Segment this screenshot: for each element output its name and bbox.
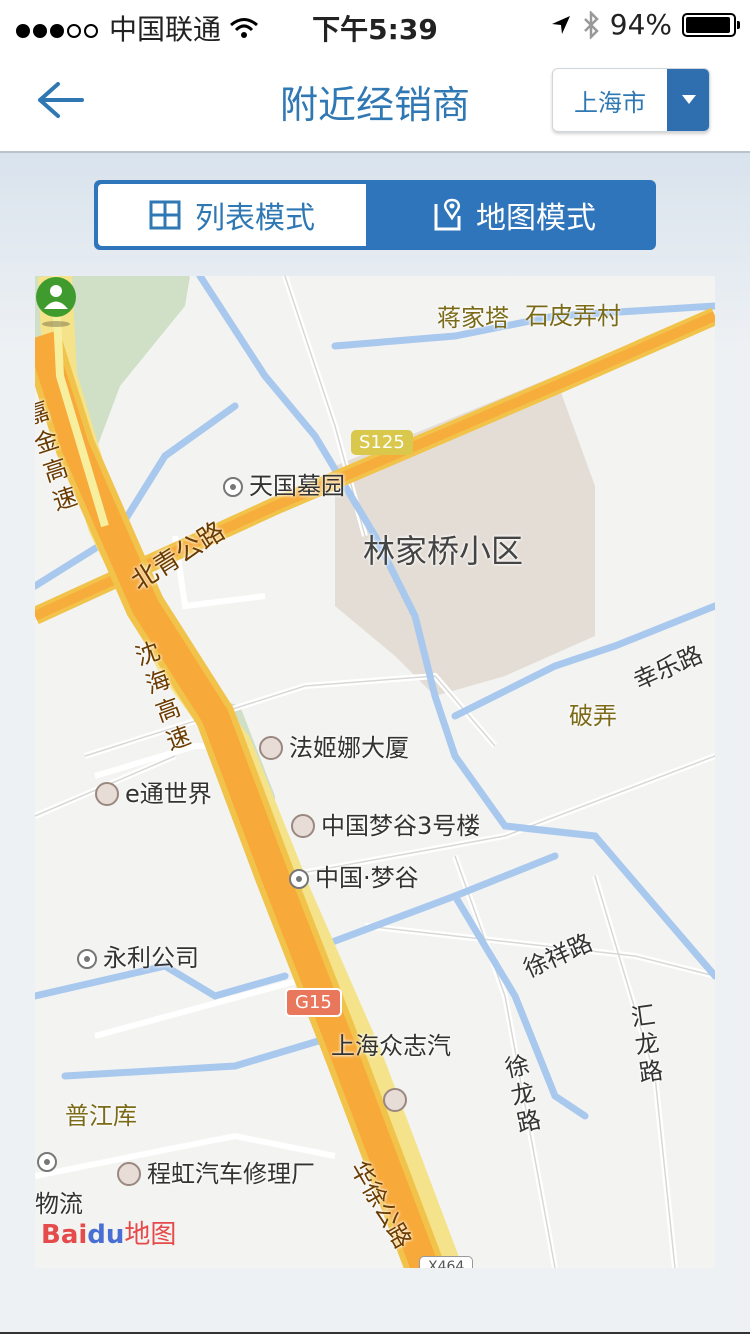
tab-list-mode-label: 列表模式 (195, 201, 315, 236)
map-poi-label: 永利公司 (103, 944, 199, 972)
map-poi-label: e通世界 (125, 780, 212, 808)
map-shield-g15: G15 (285, 988, 342, 1017)
map-poi-tianguo[interactable]: 天国墓园 (223, 466, 345, 501)
poi-icon[interactable] (37, 1152, 57, 1172)
baidu-map-logo: Baidu地图 (41, 1214, 176, 1251)
bluetooth-icon (583, 10, 599, 39)
poi-icon (223, 477, 243, 497)
map-poi-label: 中国·梦谷 (315, 864, 419, 892)
battery-icon (682, 12, 740, 37)
map-poi-etong[interactable]: e通世界 (95, 774, 212, 809)
map-label-pujiangku: 普江库 (65, 1102, 137, 1130)
map-poi-label: 中国梦谷3号楼 (321, 812, 481, 840)
building-icon (95, 782, 119, 806)
map-label-ponong: 破弄 (569, 702, 617, 730)
map-view[interactable]: 蒋家塔 石皮弄村 嘉金高速 S125 天国墓园 北青公路 林家桥小区 沈海高速 … (35, 276, 715, 1268)
map-shield-x464: X464 (419, 1256, 474, 1268)
car-service-icon[interactable] (383, 1088, 407, 1112)
map-poi-label: 程虹汽车修理厂 (147, 1160, 315, 1188)
map-label-linjiaqiao: 林家桥小区 (363, 532, 524, 570)
map-label-zhongzhi: 上海众志汽 (331, 1032, 451, 1060)
status-right: 94% (550, 8, 740, 41)
logo-ditu: 地图 (124, 1220, 177, 1250)
map-pin-icon (434, 198, 461, 231)
map-label-jiangjiata: 蒋家塔 (437, 304, 509, 332)
car-service-icon (117, 1162, 141, 1186)
map-roads (35, 276, 715, 1268)
nav-bar: 附近经销商 上海市 (0, 52, 750, 153)
dealer-marker-icon[interactable] (35, 276, 77, 328)
tab-map-mode-label: 地图模式 (476, 201, 596, 236)
building-icon (291, 814, 315, 838)
map-poi-label: 天国墓园 (249, 472, 345, 500)
status-bar: 中国联通 下午5:39 94% (0, 0, 750, 52)
grid-icon (149, 200, 181, 230)
poi-icon (289, 869, 309, 889)
city-select-value: 上海市 (574, 89, 646, 117)
map-shield-s125: S125 (351, 430, 413, 455)
chevron-down-icon[interactable] (667, 69, 709, 131)
logo-du: du (87, 1220, 125, 1250)
poi-icon (77, 949, 97, 969)
tab-map-mode[interactable]: 地图模式 (370, 180, 656, 250)
mode-switch: 列表模式 地图模式 (94, 180, 656, 250)
logo-bai: Bai (41, 1220, 88, 1250)
map-poi-mengu[interactable]: 中国·梦谷 (289, 858, 419, 893)
city-select[interactable]: 上海市 (552, 68, 710, 132)
building-icon (259, 736, 283, 760)
tab-list-mode[interactable]: 列表模式 (98, 184, 366, 246)
map-poi-faji[interactable]: 法姬娜大厦 (259, 728, 409, 763)
battery-percent: 94% (609, 8, 672, 41)
location-arrow-icon (551, 15, 570, 34)
map-poi-yongli[interactable]: 永利公司 (77, 938, 199, 973)
map-poi-chenghong[interactable]: 程虹汽车修理厂 (117, 1154, 315, 1189)
map-label-shipinongcun: 石皮弄村 (525, 302, 621, 330)
map-poi-label: 法姬娜大厦 (289, 734, 409, 762)
map-poi-mengu3[interactable]: 中国梦谷3号楼 (291, 806, 480, 841)
